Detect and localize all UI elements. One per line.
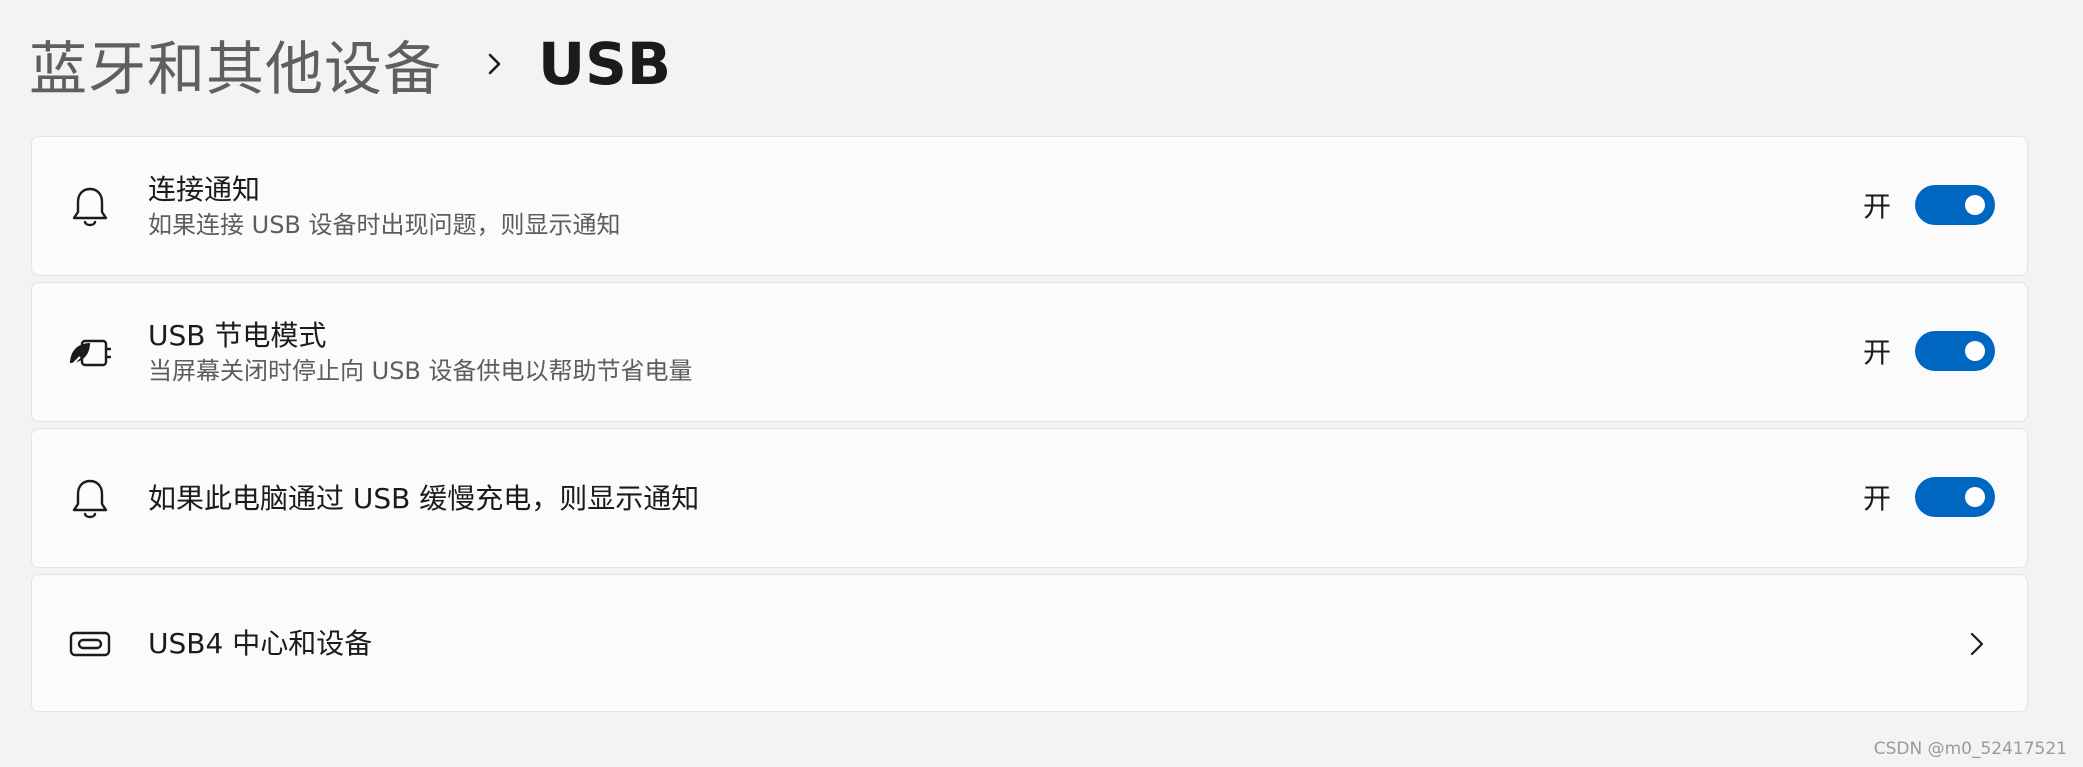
toggle-group: 开 xyxy=(1863,331,1995,371)
watermark: CSDN @m0_52417521 xyxy=(1873,739,2067,759)
bell-icon xyxy=(66,475,114,523)
breadcrumb: 蓝牙和其他设备 USB xyxy=(29,24,671,104)
toggle-state-label: 开 xyxy=(1862,336,1891,369)
chevron-right-icon xyxy=(1963,630,1991,658)
setting-text: 连接通知 如果连接 USB 设备时出现问题，则显示通知 xyxy=(148,173,621,241)
toggle-knob xyxy=(1965,341,1985,361)
toggle-knob xyxy=(1965,487,1985,507)
setting-text: 如果此电脑通过 USB 缓慢充电，则显示通知 xyxy=(148,482,699,516)
toggle-group: 开 xyxy=(1863,477,1995,517)
chevron-right-icon xyxy=(470,34,520,94)
usb-c-port-icon xyxy=(66,620,114,668)
setting-title: 如果此电脑通过 USB 缓慢充电，则显示通知 xyxy=(148,482,700,515)
setting-title: 连接通知 xyxy=(148,173,261,206)
toggle-state-label: 开 xyxy=(1862,482,1891,515)
setting-description: 如果连接 USB 设备时出现问题，则显示通知 xyxy=(148,211,621,239)
setting-card-slow-charging-notifications: 如果此电脑通过 USB 缓慢充电，则显示通知 开 xyxy=(31,428,2028,568)
connection-notifications-toggle[interactable] xyxy=(1915,185,1995,225)
bell-icon xyxy=(66,183,114,231)
setting-description: 当屏幕关闭时停止向 USB 设备供电以帮助节省电量 xyxy=(148,357,693,385)
slow-charging-notifications-toggle[interactable] xyxy=(1915,477,1995,517)
breadcrumb-parent-link[interactable]: 蓝牙和其他设备 xyxy=(29,22,442,106)
setting-text: USB4 中心和设备 xyxy=(148,627,372,661)
setting-title: USB 节电模式 xyxy=(148,319,327,352)
setting-text: USB 节电模式 当屏幕关闭时停止向 USB 设备供电以帮助节省电量 xyxy=(148,319,693,387)
setting-card-connection-notifications: 连接通知 如果连接 USB 设备时出现问题，则显示通知 开 xyxy=(31,136,2028,276)
setting-card-usb-battery-saver: USB 节电模式 当屏幕关闭时停止向 USB 设备供电以帮助节省电量 开 xyxy=(31,282,2028,422)
page-title: USB xyxy=(538,30,672,98)
toggle-knob xyxy=(1965,195,1985,215)
toggle-state-label: 开 xyxy=(1862,190,1891,223)
battery-saver-icon xyxy=(66,329,114,377)
toggle-group: 开 xyxy=(1863,185,1995,225)
setting-title: USB4 中心和设备 xyxy=(148,627,373,660)
setting-card-usb4-hubs-and-devices[interactable]: USB4 中心和设备 xyxy=(31,574,2028,712)
usb-battery-saver-toggle[interactable] xyxy=(1915,331,1995,371)
